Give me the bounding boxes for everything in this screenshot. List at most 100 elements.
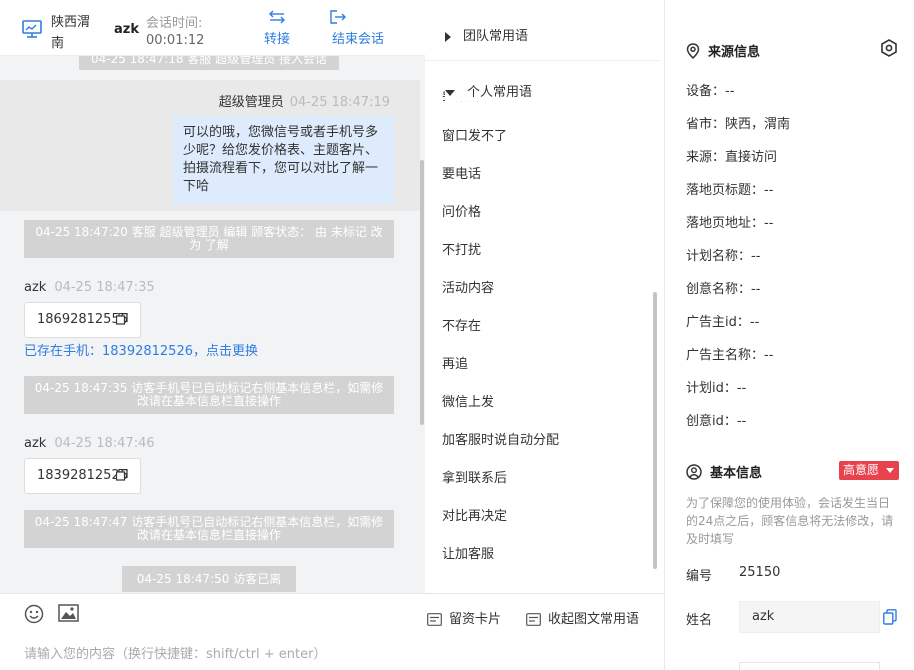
phrase-item[interactable]: 再追 — [442, 353, 468, 372]
visitor-location: 陕西渭南 — [51, 15, 91, 51]
lead-card-button[interactable]: 留资卡片 — [427, 608, 501, 627]
phrase-footer: 留资卡片 收起图文常用语 — [425, 593, 664, 638]
row-label: 落地页地址： — [686, 216, 765, 231]
source-row-advertiser-name: 广告主名称：-- — [686, 344, 773, 363]
row-label: 省市： — [686, 117, 726, 132]
team-phrases-group[interactable]: 团队常用语 — [445, 25, 528, 44]
phrase-item[interactable]: 对比再决定 — [442, 505, 507, 524]
phrase-scrollbar[interactable] — [653, 292, 657, 569]
message-list[interactable]: 04-25 18:47:18 客服 超级管理员 接入会话 超级管理员 04-25 … — [0, 40, 425, 593]
phrase-item[interactable]: 问价格 — [442, 201, 481, 220]
source-row-landing-url: 落地页地址：-- — [686, 212, 773, 231]
personal-phrases-label: 个人常用语 — [467, 85, 533, 100]
system-message: 04-25 18:47:47 访客手机号已自动标记右侧基本信息栏，如需修改请在基… — [24, 510, 394, 548]
system-message: 04-25 18:47:50 访客已离开 — [122, 566, 296, 592]
row-label: 来源： — [686, 150, 726, 165]
name-field[interactable]: azk — [739, 601, 880, 633]
collapse-phrases-button[interactable]: 收起图文常用语 — [526, 608, 639, 627]
row-value: 陕西，渭南 — [725, 117, 791, 132]
chat-header: 陕西渭南 azk 会话时间: 00:01:12 转接 结束会话 — [0, 0, 425, 56]
customer-message-time: 04-25 18:47:46 — [54, 436, 155, 451]
customer-bubble-text: 18692812556 — [37, 312, 128, 327]
customer-bubble: 18392812526 — [24, 458, 141, 494]
row-value: -- — [736, 414, 747, 429]
copy-icon[interactable] — [116, 313, 128, 325]
agent-name: 超级管理员 — [218, 95, 284, 110]
row-value: -- — [751, 249, 761, 264]
divider — [425, 60, 660, 61]
lead-card-label: 留资卡片 — [449, 612, 502, 627]
agent-message-meta: 超级管理员 04-25 18:47:19 — [219, 91, 390, 110]
message-icon — [526, 613, 541, 626]
message-input[interactable]: 请输入您的内容（换行快捷键：shift/ctrl + enter） — [24, 643, 327, 662]
session-time-value: 00:01:12 — [146, 33, 205, 48]
row-label: 创意名称： — [686, 282, 752, 297]
copy-icon[interactable] — [883, 609, 897, 625]
personal-phrases-group[interactable]: 个人常用语 — [445, 79, 645, 101]
phrase-item[interactable]: 微信上发 — [442, 391, 494, 410]
row-label: 计划id： — [686, 381, 737, 396]
row-value: -- — [736, 381, 747, 396]
customer-bubble-text: 18392812526 — [37, 468, 128, 483]
collapse-phrases-label: 收起图文常用语 — [548, 612, 640, 627]
source-info-title: 来源信息 — [686, 41, 760, 60]
intent-level-dropdown[interactable]: 高意愿 — [839, 461, 899, 480]
row-value: -- — [725, 84, 735, 99]
agent-message: 超级管理员 04-25 18:47:19 可以的哦，您微信号或者手机号多少呢？给您… — [0, 80, 420, 211]
row-value: -- — [764, 348, 774, 363]
chat-scrollbar[interactable] — [420, 160, 424, 425]
customer-message-time: 04-25 18:47:35 — [54, 280, 155, 295]
phrase-item[interactable]: 活动内容 — [442, 277, 494, 296]
message-input-area[interactable]: 请输入您的内容（换行快捷键：shift/ctrl + enter） — [0, 593, 425, 670]
transfer-button[interactable]: 转接 — [262, 10, 292, 47]
customer-message-meta: azk 04-25 18:47:35 — [24, 280, 155, 295]
source-info-label: 来源信息 — [708, 45, 761, 60]
emoji-icon[interactable] — [24, 604, 44, 624]
row-value: -- — [764, 183, 774, 198]
chat-panel: 04-25 18:47:18 客服 超级管理员 接入会话 超级管理员 04-25 … — [0, 0, 425, 670]
session-time-label: 会话时间: — [146, 16, 203, 31]
customer-name: azk — [24, 436, 47, 451]
card-icon — [427, 613, 442, 626]
source-row-plan-name: 计划名称：-- — [686, 245, 760, 264]
source-row-creative-name: 创意名称：-- — [686, 278, 760, 297]
visitor-name: azk — [114, 22, 139, 37]
user-circle-icon — [686, 464, 702, 480]
copy-icon[interactable] — [116, 469, 128, 481]
customer-bubble: 18692812556 — [24, 302, 141, 338]
row-value: -- — [749, 315, 760, 330]
next-field[interactable] — [739, 662, 880, 670]
source-row-advertiser-id: 广告主id：-- — [686, 311, 759, 330]
phrase-item[interactable]: 要电话 — [442, 163, 481, 182]
phrase-item[interactable]: 不打扰 — [442, 239, 481, 258]
id-value: 25150 — [739, 565, 781, 580]
phrase-item[interactable]: 拿到联系后 — [442, 467, 507, 486]
phrase-item[interactable]: 让加客服 — [442, 543, 494, 562]
end-session-label: 结束会话 — [331, 32, 384, 47]
edit-notice: 为了保障您的使用体验，会话发生当日的24点之后，顾客信息将无法修改，请及时填写 — [686, 496, 894, 546]
monitor-icon — [22, 20, 42, 38]
customer-info-panel: 来源信息 设备：-- 省市：陕西，渭南 来源：直接访问 落地页标题：-- 落地页… — [666, 0, 914, 670]
location-pin-icon — [686, 43, 700, 60]
phrase-item[interactable]: 加客服时说自动分配 — [442, 429, 559, 448]
image-icon[interactable] — [58, 604, 79, 622]
id-label: 编号 — [686, 569, 713, 584]
phrase-item[interactable]: 窗口发不了 — [442, 125, 507, 144]
row-label: 计划名称： — [686, 249, 752, 264]
agent-bubble: 可以的哦，您微信号或者手机号多少呢？给您发价格表、主题客片、拍摄流程看下，您可以… — [173, 116, 394, 204]
phone-change-link[interactable]: 已存在手机：18392812526，点击更换 — [24, 340, 258, 359]
source-row-source: 来源：直接访问 — [686, 146, 777, 165]
quick-phrase-panel: 团队常用语 要贴片 窗口发不了 要电话 问价格 不打扰 活动内容 不存在 再追 … — [425, 0, 665, 670]
source-row-region: 省市：陕西，渭南 — [686, 113, 790, 132]
name-label: 姓名 — [686, 613, 713, 628]
basic-info-title: 基本信息 — [686, 462, 762, 481]
customer-message-meta: azk 04-25 18:47:46 — [24, 436, 155, 451]
system-message: 04-25 18:47:35 访客手机号已自动标记右侧基本信息栏，如需修改请在基… — [24, 376, 394, 414]
row-label: 广告主id： — [686, 315, 750, 330]
phrase-item[interactable]: 不存在 — [442, 315, 481, 334]
settings-icon[interactable] — [880, 39, 898, 57]
end-session-button[interactable]: 结束会话 — [330, 10, 386, 47]
system-message: 04-25 18:47:20 客服 超级管理员 编辑 顾客状态： 由 未标记 改… — [24, 220, 394, 258]
caret-down-icon — [445, 89, 455, 96]
source-row-creative-id: 创意id：-- — [686, 410, 746, 429]
